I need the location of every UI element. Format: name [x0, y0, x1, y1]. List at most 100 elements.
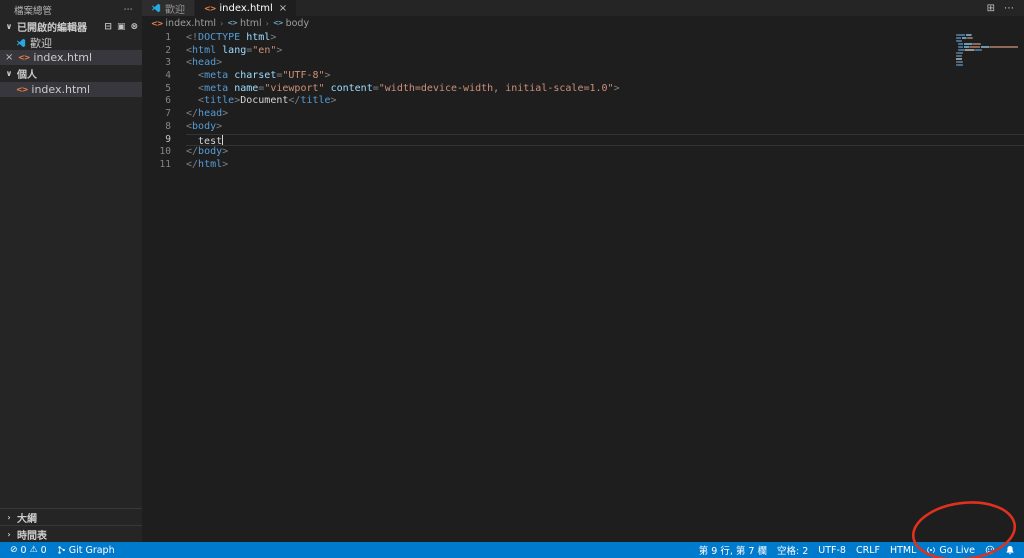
code-line-1[interactable]: <!DOCTYPE html>: [186, 32, 1024, 45]
line-number: 7: [165, 108, 171, 120]
feedback-smiley-icon: [985, 545, 995, 555]
tab-welcome[interactable]: 歡迎: [142, 0, 195, 16]
close-all-editors-icon[interactable]: ⊗: [130, 22, 138, 32]
warning-icon: ⚠: [29, 545, 38, 555]
symbol-tag-icon: <>: [227, 19, 238, 27]
code-line-3[interactable]: <head>: [186, 57, 1024, 70]
code-line-4[interactable]: <meta charset="UTF-8">: [186, 70, 1024, 83]
minimap-line: [956, 37, 1018, 39]
open-editors-header[interactable]: ∨ 已開啟的編輯器 ⊟ ▣ ⊗: [0, 18, 142, 35]
notifications-button[interactable]: [1000, 545, 1020, 555]
problems-indicator[interactable]: ⊘ 0 ⚠ 0: [5, 545, 52, 556]
explorer-title: 檔案總管: [14, 5, 53, 17]
more-actions-icon[interactable]: ⋯: [1004, 3, 1014, 14]
explorer-sidebar: 檔案總管 ⋯ ∨ 已開啟的編輯器 ⊟ ▣ ⊗ 歡迎 × <> index.htm…: [0, 0, 142, 542]
eol-indicator[interactable]: CRLF: [851, 545, 885, 556]
error-count: 0: [20, 544, 27, 556]
line-number: 5: [165, 82, 171, 94]
html-file-icon: <>: [204, 3, 216, 13]
chevron-right-icon: ›: [7, 512, 11, 522]
vscode-logo-icon: [151, 3, 161, 13]
breadcrumb: <> index.html › <> html › <> body: [142, 16, 1024, 30]
toggle-layout-icon[interactable]: ⊟: [104, 22, 112, 32]
open-editor-label: index.html: [33, 51, 93, 64]
minimap-line: [956, 34, 1018, 36]
breadcrumb-separator: ›: [220, 18, 224, 28]
error-icon: ⊘: [10, 545, 18, 555]
sidebar-bottom-panes: › 大綱 › 時間表: [0, 508, 142, 542]
chevron-down-icon: ∨: [5, 22, 13, 31]
go-live-label: Go Live: [939, 544, 975, 556]
cursor-position[interactable]: 第 9 行, 第 7 欄: [694, 543, 772, 557]
tab-index-html[interactable]: <> index.html ×: [195, 0, 298, 16]
code-editor[interactable]: 1 2 3 4 5 6 7 8 9 10 11 <!DOCTYPE html> <html lang=…: [142, 30, 1024, 542]
text-cursor: [222, 134, 224, 145]
close-icon[interactable]: ×: [5, 52, 14, 63]
language-mode[interactable]: HTML: [885, 545, 921, 556]
minimap-line: [956, 64, 1018, 66]
code-line-5[interactable]: <meta name="viewport" content="width=dev…: [186, 83, 1024, 96]
indentation-indicator[interactable]: 空格: 2: [772, 543, 813, 557]
editor-actions: ⊞ ⋯: [977, 0, 1024, 16]
breadcrumb-file-label: index.html: [165, 17, 217, 29]
folder-name: 個人: [17, 70, 37, 81]
more-actions-icon[interactable]: ⋯: [124, 4, 135, 15]
code-line-6[interactable]: <title>Document</title>: [186, 95, 1024, 108]
tab-label: index.html: [219, 2, 273, 14]
feedback-button[interactable]: [980, 545, 1000, 555]
explorer-header: 檔案總管 ⋯: [0, 0, 142, 18]
chevron-down-icon: ∨: [5, 69, 13, 78]
broadcast-icon: [927, 547, 936, 553]
code-line-11[interactable]: </html>: [186, 159, 1024, 172]
vscode-window: 檔案總管 ⋯ ∨ 已開啟的編輯器 ⊟ ▣ ⊗ 歡迎 × <> index.htm…: [0, 0, 1024, 542]
git-graph-button[interactable]: Git Graph: [52, 545, 120, 556]
code-line-9[interactable]: test: [186, 133, 1024, 146]
open-editor-item-index-html[interactable]: × <> index.html: [0, 50, 142, 65]
git-graph-label: Git Graph: [68, 544, 115, 556]
tab-bar: 歡迎 <> index.html × ⊞ ⋯: [142, 0, 1024, 16]
folder-section-header[interactable]: ∨ 個人: [0, 65, 142, 82]
chevron-right-icon: ›: [7, 529, 11, 539]
timeline-label: 時間表: [17, 530, 47, 542]
open-editor-label: 歡迎: [30, 36, 52, 50]
tab-label: 歡迎: [165, 4, 185, 16]
open-editor-item-welcome[interactable]: 歡迎: [0, 35, 142, 50]
split-editor-icon[interactable]: ⊞: [987, 3, 995, 14]
outline-section-header[interactable]: › 大綱: [0, 508, 142, 525]
breadcrumb-body-label: body: [285, 17, 310, 29]
close-icon[interactable]: ×: [279, 3, 287, 14]
status-bar-right: 第 9 行, 第 7 欄 空格: 2 UTF-8 CRLF HTML Go Li…: [694, 543, 1024, 557]
breadcrumb-html-label: html: [240, 17, 262, 29]
minimap-line: [956, 46, 1018, 48]
code-line-2[interactable]: <html lang="en">: [186, 45, 1024, 58]
code-line-8[interactable]: <body>: [186, 121, 1024, 134]
go-live-button[interactable]: Go Live: [921, 545, 980, 556]
html-file-icon: <>: [18, 53, 30, 62]
breadcrumb-separator: ›: [265, 18, 269, 28]
code-lines[interactable]: <!DOCTYPE html> <html lang="en"> <head> <m…: [186, 32, 1024, 542]
line-number: 9: [165, 133, 171, 145]
minimap-line: [956, 58, 1018, 60]
line-number: 6: [165, 95, 171, 107]
minimap-line: [956, 61, 1018, 63]
git-graph-icon: [58, 546, 65, 554]
breadcrumb-body[interactable]: <> body: [273, 18, 309, 29]
breadcrumb-file[interactable]: <> index.html: [151, 18, 216, 29]
code-line-10[interactable]: </body>: [186, 146, 1024, 159]
line-number: 1: [165, 32, 171, 43]
vscode-logo-icon: [16, 38, 26, 48]
save-all-icon[interactable]: ▣: [117, 22, 126, 32]
line-number: 4: [165, 70, 171, 82]
code-line-7[interactable]: </head>: [186, 108, 1024, 121]
encoding-indicator[interactable]: UTF-8: [813, 545, 851, 556]
timeline-section-header[interactable]: › 時間表: [0, 525, 142, 542]
minimap[interactable]: [956, 34, 1018, 67]
warning-count: 0: [40, 544, 47, 556]
open-editors-actions: ⊟ ▣ ⊗: [104, 22, 138, 32]
html-file-icon: <>: [151, 18, 163, 28]
breadcrumb-html[interactable]: <> html: [227, 18, 261, 29]
line-number: 3: [165, 57, 171, 69]
minimap-line: [956, 49, 1018, 51]
file-item-index-html[interactable]: <> index.html: [0, 82, 142, 97]
editor-group: 歡迎 <> index.html × ⊞ ⋯ <> index.html › <…: [142, 0, 1024, 542]
